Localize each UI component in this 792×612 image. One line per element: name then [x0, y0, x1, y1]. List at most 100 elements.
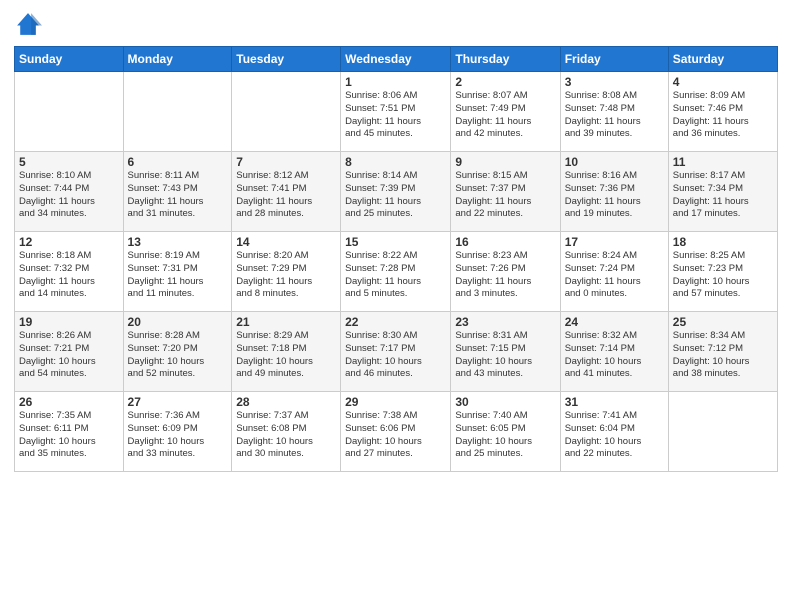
- day-info: Sunrise: 8:20 AM Sunset: 7:29 PM Dayligh…: [236, 250, 336, 301]
- weekday-header: Saturday: [668, 47, 777, 72]
- day-info: Sunrise: 8:07 AM Sunset: 7:49 PM Dayligh…: [455, 90, 555, 141]
- day-info: Sunrise: 8:06 AM Sunset: 7:51 PM Dayligh…: [345, 90, 446, 141]
- day-info: Sunrise: 8:12 AM Sunset: 7:41 PM Dayligh…: [236, 170, 336, 221]
- weekday-header-row: SundayMondayTuesdayWednesdayThursdayFrid…: [15, 47, 778, 72]
- day-number: 12: [19, 235, 119, 249]
- day-number: 17: [565, 235, 664, 249]
- calendar-cell: 2Sunrise: 8:07 AM Sunset: 7:49 PM Daylig…: [451, 72, 560, 152]
- calendar-week-row: 19Sunrise: 8:26 AM Sunset: 7:21 PM Dayli…: [15, 312, 778, 392]
- day-number: 28: [236, 395, 336, 409]
- calendar-cell: [15, 72, 124, 152]
- day-info: Sunrise: 8:22 AM Sunset: 7:28 PM Dayligh…: [345, 250, 446, 301]
- day-info: Sunrise: 7:35 AM Sunset: 6:11 PM Dayligh…: [19, 410, 119, 461]
- day-number: 13: [128, 235, 228, 249]
- day-number: 24: [565, 315, 664, 329]
- calendar-cell: 9Sunrise: 8:15 AM Sunset: 7:37 PM Daylig…: [451, 152, 560, 232]
- calendar-cell: 4Sunrise: 8:09 AM Sunset: 7:46 PM Daylig…: [668, 72, 777, 152]
- calendar-cell: 16Sunrise: 8:23 AM Sunset: 7:26 PM Dayli…: [451, 232, 560, 312]
- day-info: Sunrise: 8:19 AM Sunset: 7:31 PM Dayligh…: [128, 250, 228, 301]
- day-info: Sunrise: 8:09 AM Sunset: 7:46 PM Dayligh…: [673, 90, 773, 141]
- calendar-cell: 14Sunrise: 8:20 AM Sunset: 7:29 PM Dayli…: [232, 232, 341, 312]
- day-info: Sunrise: 8:08 AM Sunset: 7:48 PM Dayligh…: [565, 90, 664, 141]
- day-number: 11: [673, 155, 773, 169]
- day-info: Sunrise: 7:41 AM Sunset: 6:04 PM Dayligh…: [565, 410, 664, 461]
- day-number: 22: [345, 315, 446, 329]
- day-number: 5: [19, 155, 119, 169]
- day-number: 2: [455, 75, 555, 89]
- day-number: 27: [128, 395, 228, 409]
- day-number: 14: [236, 235, 336, 249]
- day-info: Sunrise: 8:17 AM Sunset: 7:34 PM Dayligh…: [673, 170, 773, 221]
- weekday-header: Friday: [560, 47, 668, 72]
- calendar-cell: [668, 392, 777, 472]
- day-number: 4: [673, 75, 773, 89]
- day-info: Sunrise: 8:32 AM Sunset: 7:14 PM Dayligh…: [565, 330, 664, 381]
- day-number: 10: [565, 155, 664, 169]
- day-info: Sunrise: 8:18 AM Sunset: 7:32 PM Dayligh…: [19, 250, 119, 301]
- day-number: 21: [236, 315, 336, 329]
- calendar-cell: 8Sunrise: 8:14 AM Sunset: 7:39 PM Daylig…: [341, 152, 451, 232]
- day-number: 18: [673, 235, 773, 249]
- day-info: Sunrise: 7:37 AM Sunset: 6:08 PM Dayligh…: [236, 410, 336, 461]
- calendar-cell: 7Sunrise: 8:12 AM Sunset: 7:41 PM Daylig…: [232, 152, 341, 232]
- day-number: 25: [673, 315, 773, 329]
- day-info: Sunrise: 8:28 AM Sunset: 7:20 PM Dayligh…: [128, 330, 228, 381]
- day-number: 1: [345, 75, 446, 89]
- day-info: Sunrise: 7:36 AM Sunset: 6:09 PM Dayligh…: [128, 410, 228, 461]
- day-number: 7: [236, 155, 336, 169]
- calendar-cell: 21Sunrise: 8:29 AM Sunset: 7:18 PM Dayli…: [232, 312, 341, 392]
- day-info: Sunrise: 8:25 AM Sunset: 7:23 PM Dayligh…: [673, 250, 773, 301]
- calendar-cell: 18Sunrise: 8:25 AM Sunset: 7:23 PM Dayli…: [668, 232, 777, 312]
- calendar-cell: 13Sunrise: 8:19 AM Sunset: 7:31 PM Dayli…: [123, 232, 232, 312]
- calendar-cell: 3Sunrise: 8:08 AM Sunset: 7:48 PM Daylig…: [560, 72, 668, 152]
- calendar-cell: 30Sunrise: 7:40 AM Sunset: 6:05 PM Dayli…: [451, 392, 560, 472]
- calendar-cell: 12Sunrise: 8:18 AM Sunset: 7:32 PM Dayli…: [15, 232, 124, 312]
- calendar-cell: 31Sunrise: 7:41 AM Sunset: 6:04 PM Dayli…: [560, 392, 668, 472]
- calendar-cell: 26Sunrise: 7:35 AM Sunset: 6:11 PM Dayli…: [15, 392, 124, 472]
- weekday-header: Monday: [123, 47, 232, 72]
- calendar-cell: 29Sunrise: 7:38 AM Sunset: 6:06 PM Dayli…: [341, 392, 451, 472]
- day-number: 6: [128, 155, 228, 169]
- day-number: 15: [345, 235, 446, 249]
- day-info: Sunrise: 8:31 AM Sunset: 7:15 PM Dayligh…: [455, 330, 555, 381]
- calendar-cell: 24Sunrise: 8:32 AM Sunset: 7:14 PM Dayli…: [560, 312, 668, 392]
- day-number: 19: [19, 315, 119, 329]
- day-number: 3: [565, 75, 664, 89]
- day-info: Sunrise: 8:16 AM Sunset: 7:36 PM Dayligh…: [565, 170, 664, 221]
- calendar-cell: 25Sunrise: 8:34 AM Sunset: 7:12 PM Dayli…: [668, 312, 777, 392]
- day-info: Sunrise: 8:10 AM Sunset: 7:44 PM Dayligh…: [19, 170, 119, 221]
- weekday-header: Wednesday: [341, 47, 451, 72]
- calendar-cell: 19Sunrise: 8:26 AM Sunset: 7:21 PM Dayli…: [15, 312, 124, 392]
- day-number: 29: [345, 395, 446, 409]
- day-info: Sunrise: 8:23 AM Sunset: 7:26 PM Dayligh…: [455, 250, 555, 301]
- calendar-cell: [232, 72, 341, 152]
- calendar-cell: 15Sunrise: 8:22 AM Sunset: 7:28 PM Dayli…: [341, 232, 451, 312]
- calendar-week-row: 1Sunrise: 8:06 AM Sunset: 7:51 PM Daylig…: [15, 72, 778, 152]
- logo-icon: [14, 10, 42, 38]
- calendar-cell: 6Sunrise: 8:11 AM Sunset: 7:43 PM Daylig…: [123, 152, 232, 232]
- day-number: 8: [345, 155, 446, 169]
- calendar-cell: 5Sunrise: 8:10 AM Sunset: 7:44 PM Daylig…: [15, 152, 124, 232]
- header: [14, 10, 778, 38]
- calendar-cell: 10Sunrise: 8:16 AM Sunset: 7:36 PM Dayli…: [560, 152, 668, 232]
- calendar-cell: 28Sunrise: 7:37 AM Sunset: 6:08 PM Dayli…: [232, 392, 341, 472]
- logo: [14, 10, 46, 38]
- day-info: Sunrise: 8:24 AM Sunset: 7:24 PM Dayligh…: [565, 250, 664, 301]
- day-info: Sunrise: 8:26 AM Sunset: 7:21 PM Dayligh…: [19, 330, 119, 381]
- day-number: 16: [455, 235, 555, 249]
- calendar-cell: 20Sunrise: 8:28 AM Sunset: 7:20 PM Dayli…: [123, 312, 232, 392]
- calendar-cell: 23Sunrise: 8:31 AM Sunset: 7:15 PM Dayli…: [451, 312, 560, 392]
- day-info: Sunrise: 8:11 AM Sunset: 7:43 PM Dayligh…: [128, 170, 228, 221]
- day-number: 20: [128, 315, 228, 329]
- day-info: Sunrise: 8:29 AM Sunset: 7:18 PM Dayligh…: [236, 330, 336, 381]
- page: SundayMondayTuesdayWednesdayThursdayFrid…: [0, 0, 792, 612]
- calendar-cell: 17Sunrise: 8:24 AM Sunset: 7:24 PM Dayli…: [560, 232, 668, 312]
- day-info: Sunrise: 7:38 AM Sunset: 6:06 PM Dayligh…: [345, 410, 446, 461]
- day-info: Sunrise: 8:34 AM Sunset: 7:12 PM Dayligh…: [673, 330, 773, 381]
- calendar-week-row: 5Sunrise: 8:10 AM Sunset: 7:44 PM Daylig…: [15, 152, 778, 232]
- weekday-header: Sunday: [15, 47, 124, 72]
- calendar-week-row: 12Sunrise: 8:18 AM Sunset: 7:32 PM Dayli…: [15, 232, 778, 312]
- calendar-cell: 1Sunrise: 8:06 AM Sunset: 7:51 PM Daylig…: [341, 72, 451, 152]
- day-number: 26: [19, 395, 119, 409]
- day-number: 31: [565, 395, 664, 409]
